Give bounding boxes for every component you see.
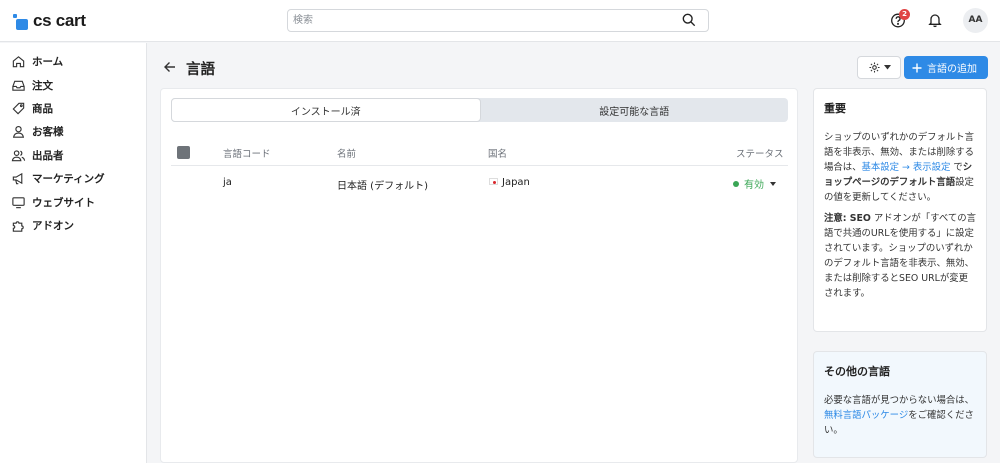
add-language-button[interactable]: 言語の追加 (904, 56, 988, 79)
page-title: 言語 (186, 62, 215, 78)
table-divider (171, 165, 788, 166)
user-icon (12, 126, 25, 139)
logo-icon (13, 13, 30, 30)
sidebar-item-label: マーケティング (32, 173, 105, 186)
sidebar-item-products[interactable]: 商品 (0, 97, 146, 120)
tab-available[interactable]: 設定可能な言語 (481, 98, 789, 122)
sidebar-item-home[interactable]: ホーム (0, 50, 146, 73)
tab-installed[interactable]: インストール済 (171, 98, 481, 122)
status-label: 有効 (744, 180, 764, 191)
plus-icon (912, 63, 922, 72)
logo-text: cs cart (33, 11, 86, 30)
notification-badge: 2 (899, 9, 910, 20)
languages-panel: インストール済 設定可能な言語 言語コード 名前 国名 ステータス ja 日本語… (160, 88, 798, 463)
sidebar-item-label: アドオン (32, 219, 74, 232)
important-card: 重要 ショップのいずれかのデフォルト言語を非表示、無効、または削除する場合は、基… (813, 88, 987, 332)
bell-icon[interactable] (927, 12, 943, 28)
other-languages-title: その他の言語 (824, 365, 890, 378)
cell-country: Japan (489, 177, 530, 188)
column-header-status[interactable]: ステータス (736, 146, 784, 160)
sidebar-item-orders[interactable]: 注文 (0, 73, 146, 96)
sidebar-item-website[interactable]: ウェブサイト (0, 190, 146, 213)
japan-flag-icon (489, 178, 498, 185)
monitor-icon (12, 196, 25, 208)
other-text-part: 必要な言語が見つからない場合は、 (824, 395, 975, 406)
megaphone-icon (12, 172, 23, 185)
settings-dropdown-button[interactable] (857, 56, 901, 79)
sidebar-item-customers[interactable]: お客様 (0, 120, 146, 143)
column-header-name[interactable]: 名前 (337, 146, 356, 160)
sidebar-item-vendors[interactable]: 出品者 (0, 144, 146, 167)
column-header-code[interactable]: 言語コード (223, 146, 271, 160)
important-text-part: で (950, 162, 963, 173)
search-box (287, 9, 709, 32)
search-input[interactable] (288, 10, 668, 31)
sidebar-item-label: 商品 (32, 102, 53, 115)
status-dot-icon (733, 180, 739, 187)
column-header-country[interactable]: 国名 (488, 146, 507, 160)
avatar[interactable]: AA (963, 8, 988, 33)
gear-icon (868, 62, 880, 73)
seo-note-bold: 注意: SEO (824, 213, 871, 224)
logo[interactable]: cs cart (13, 11, 86, 31)
sidebar-item-label: 出品者 (32, 149, 64, 162)
important-card-title: 重要 (824, 102, 846, 115)
top-bar: cs cart 2 AA (0, 0, 1000, 42)
tab-bar: インストール済 設定可能な言語 (171, 98, 788, 122)
puzzle-icon (12, 221, 24, 232)
important-card-text-2: 注意: SEO アドオンが「すべての言語で共通のURLを使用する」に設定されてい… (824, 211, 976, 301)
home-icon (12, 56, 25, 68)
sidebar-item-label: 注文 (32, 79, 53, 92)
important-card-text-1: ショップのいずれかのデフォルト言語を非表示、無効、または削除する場合は、基本設定… (824, 130, 976, 205)
search-icon[interactable] (682, 13, 696, 27)
free-language-packs-link[interactable]: 無料言語パッケージ (824, 410, 908, 421)
general-settings-link[interactable]: 基本設定 → 表示設定 (862, 162, 951, 173)
sidebar: ホーム 注文 商品 お客様 出品者 マーケティング ウェブサイト アドオン (0, 43, 147, 463)
other-languages-text: 必要な言語が見つからない場合は、無料言語パッケージをご確認ください。 (824, 393, 976, 438)
users-icon (11, 150, 26, 161)
tag-icon (12, 102, 25, 115)
cell-language-code: ja (223, 177, 232, 188)
seo-note-text: アドオンが「すべての言語で共通のURLを使用する」に設定されています。ショップの… (824, 213, 976, 299)
select-all-checkbox[interactable] (177, 146, 190, 159)
sidebar-item-label: ウェブサイト (32, 196, 95, 209)
caret-down-icon (770, 181, 776, 186)
sidebar-item-label: ホーム (32, 56, 64, 69)
back-arrow-icon[interactable] (163, 59, 177, 75)
other-languages-card: その他の言語 必要な言語が見つからない場合は、無料言語パッケージをご確認ください… (813, 351, 987, 458)
sidebar-item-label: お客様 (32, 126, 64, 139)
sidebar-item-addons[interactable]: アドオン (0, 214, 146, 237)
caret-down-icon (883, 65, 891, 70)
add-language-label: 言語の追加 (927, 64, 977, 75)
cell-language-name[interactable]: 日本語 (デフォルト) (337, 177, 428, 192)
country-name: Japan (502, 177, 530, 188)
sidebar-item-marketing[interactable]: マーケティング (0, 167, 146, 190)
inbox-icon (12, 80, 25, 91)
status-dropdown[interactable]: 有効 (733, 176, 776, 191)
